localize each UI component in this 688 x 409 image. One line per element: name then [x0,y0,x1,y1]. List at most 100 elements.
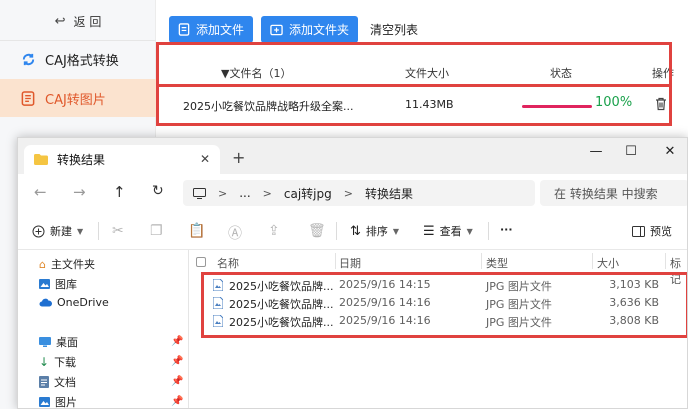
cut-icon[interactable]: ✂ [112,223,124,239]
nav-item-label: 主文件夹 [50,258,95,271]
col-date[interactable]: 日期 [339,255,361,271]
progress-percent: 100% [595,95,633,110]
table-row[interactable]: 2025小吃餐饮品牌... 2025/9/16 14:15 JPG 图片文件 3… [189,276,687,294]
chevron-down-icon: ▼ [77,226,84,236]
close-window-icon[interactable]: ✕ [655,144,685,159]
pin-icon[interactable]: 📌 [171,396,183,407]
add-folder-button[interactable]: 添加文件夹 [261,16,359,43]
address-bar[interactable]: > ... > caj转jpg > 转换结果 [183,180,535,206]
col-name[interactable]: 名称 [217,255,239,271]
chevron-down-icon: ▼ [466,226,473,236]
breadcrumb-ellipsis[interactable]: ... [239,186,250,200]
pin-icon[interactable]: 📌 [171,336,183,347]
column-divider[interactable] [335,253,336,269]
nav-item-downloads[interactable]: ↓ 下载 [39,354,76,370]
col-action-header: 操作 [652,67,674,80]
sidebar-item-caj-to-image[interactable]: CAJ转图片 [0,79,156,117]
paste-icon[interactable]: 📋 [188,223,205,239]
col-status-header: 状态 [550,67,572,80]
up-icon[interactable]: ↑ [113,183,126,201]
file-date: 2025/9/16 14:16 [339,314,431,327]
chevron-right-icon: > [218,186,228,200]
add-folder-icon [270,24,283,35]
nav-item-home[interactable]: ⌂ 主文件夹 [39,256,95,272]
file-date: 2025/9/16 14:15 [339,278,431,291]
clear-list-button[interactable]: 清空列表 [370,16,418,43]
chevron-right-icon: > [262,186,272,200]
view-list-icon: ☰ [423,223,435,239]
sidebar-item-caj-convert[interactable]: CAJ格式转换 [0,40,156,78]
nav-item-gallery[interactable]: 图库 [39,276,77,292]
table-row[interactable]: 2025小吃餐饮品牌... 2025/9/16 14:16 JPG 图片文件 3… [189,312,687,330]
sort-button[interactable]: ⇅ 排序 ▼ [350,223,399,239]
column-divider[interactable] [481,253,482,269]
divider [488,222,489,240]
tab-conversion-result[interactable]: 转换结果 ✕ [24,145,220,174]
plus-circle-icon [32,225,45,237]
col-size-header: 文件大小 [405,67,449,80]
file-name: 2025小吃餐饮品牌战略升级全案... [183,100,354,113]
nav-item-label: 下载 [54,356,77,369]
nav-item-documents[interactable]: 文档 [39,374,76,390]
sidebar-item-label: CAJ格式转换 [45,53,119,69]
add-folder-label: 添加文件夹 [289,23,350,37]
nav-item-onedrive[interactable]: OneDrive [39,296,109,309]
breadcrumb-result[interactable]: 转换结果 [365,185,413,202]
delete-icon[interactable]: 🗑 [308,223,326,239]
file-type: JPG 图片文件 [486,298,552,311]
back-label: 返 回 [73,14,102,29]
minimize-icon[interactable]: — [581,144,611,159]
column-divider[interactable] [592,253,593,269]
new-tab-icon[interactable]: + [232,148,245,167]
table-row[interactable]: 2025小吃餐饮品牌... 2025/9/16 14:16 JPG 图片文件 3… [189,294,687,312]
image-file-icon [213,279,223,291]
sort-icon: ⇅ [350,223,361,239]
pin-icon[interactable]: 📌 [171,356,183,367]
file-size: 11.43MB [405,98,454,111]
view-button[interactable]: ☰ 查看 ▼ [423,223,473,239]
document-icon [39,376,49,388]
breadcrumb-caj-to-jpg[interactable]: caj转jpg [284,185,332,202]
nav-item-pictures[interactable]: 图片 [39,394,77,409]
select-all-checkbox[interactable] [196,257,206,267]
file-name: 2025小吃餐饮品牌... [229,280,334,293]
gallery-icon [39,279,50,289]
close-tab-icon[interactable]: ✕ [200,152,210,166]
monitor-icon [193,187,206,199]
share-icon[interactable]: ⇪ [268,223,280,239]
maximize-icon[interactable]: ☐ [616,144,646,159]
trash-icon[interactable] [655,97,667,111]
copy-icon[interactable]: ❐ [150,223,163,239]
col-size[interactable]: 大小 [597,255,619,271]
more-options-button[interactable]: ··· [500,223,513,236]
column-divider[interactable] [665,253,666,269]
refresh-icon[interactable]: ↻ [152,183,164,199]
back-button[interactable]: ↩ 返 回 [0,8,156,34]
sort-label: 排序 [365,225,388,238]
nav-item-label: 桌面 [56,336,78,349]
back-icon[interactable]: ← [34,183,47,201]
cloud-icon [39,298,52,307]
search-input[interactable]: 在 转换结果 中搜索 [540,180,687,206]
rename-icon[interactable]: Ⓐ [228,223,242,243]
navigation-bar: ← → ↑ ↻ > ... > caj转jpg > 转换结果 在 转换结果 中搜… [18,174,687,212]
forward-icon[interactable]: → [73,183,86,201]
nav-item-label: 图片 [55,396,77,409]
title-bar: 转换结果 ✕ + — ☐ ✕ [18,138,687,174]
pin-icon[interactable]: 📌 [171,376,183,387]
nav-item-desktop[interactable]: 桌面 [39,334,78,350]
table-row[interactable]: 2025小吃餐饮品牌战略升级全案... 11.43MB 100% [156,86,688,124]
file-date: 2025/9/16 14:16 [339,296,431,309]
new-button[interactable]: 新建 ▼ [32,223,83,239]
download-icon: ↓ [39,355,50,369]
preview-button[interactable]: 预览 [632,223,672,239]
file-size: 3,103 KB [609,278,659,291]
col-type[interactable]: 类型 [486,255,508,271]
navigation-pane: ⌂ 主文件夹 图库 OneDrive 桌面 📌 ↓ 下载 📌 文档 📌 图片 📌 [18,250,188,409]
pictures-icon [39,397,50,407]
add-file-button[interactable]: 添加文件 [169,16,254,43]
image-file-icon [213,315,223,327]
col-name-header[interactable]: ▼文件名（1） [221,65,291,81]
nav-item-label: 文档 [54,376,76,389]
file-type: JPG 图片文件 [486,280,552,293]
